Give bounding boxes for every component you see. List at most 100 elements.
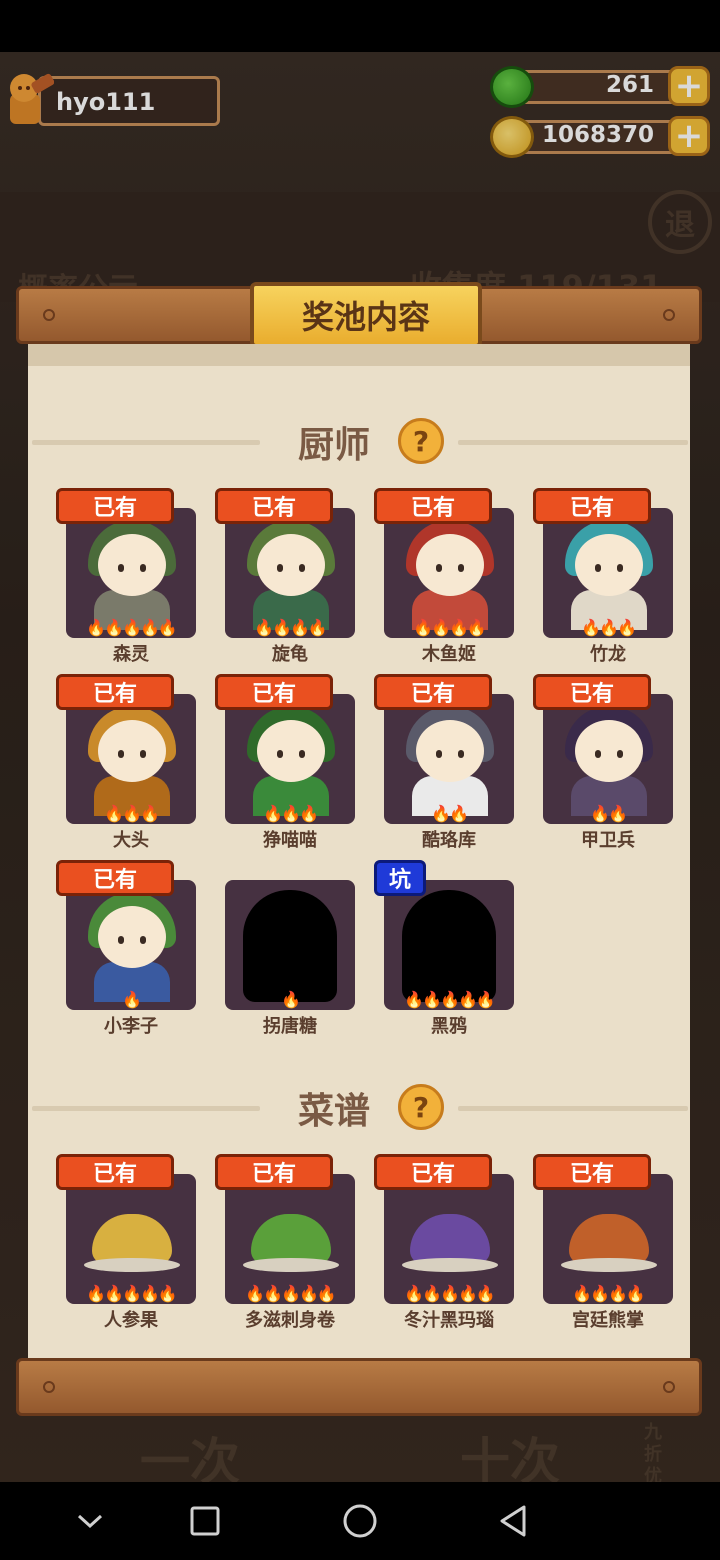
card-portrait: 🔥🔥🔥🔥🔥 (66, 1174, 196, 1304)
character-art (243, 520, 337, 630)
card-name: 甲卫兵 (581, 830, 635, 851)
owned-badge: 已有 (56, 1154, 174, 1190)
recipe-card[interactable]: 🔥🔥🔥🔥🔥 已有人参果 (42, 1154, 196, 1331)
character-art (561, 520, 655, 630)
owned-badge: 已有 (215, 488, 333, 524)
dish-art (569, 1214, 649, 1264)
chef-card[interactable]: 🔥🔥 已有甲卫兵 (519, 674, 673, 851)
question-icon[interactable]: ? (398, 1084, 444, 1130)
rarity-flames: 🔥🔥🔥 (581, 618, 637, 637)
owned-badge: 已有 (374, 674, 492, 710)
recipe-card[interactable]: 🔥🔥🔥🔥🔥 已有多滋刺身卷 (201, 1154, 355, 1331)
prize-pool-panel[interactable]: 厨师 ? 🔥🔥🔥🔥🔥 已有 森灵 🔥🔥🔥🔥 已有 旋龟 🔥🔥🔥🔥 已有 木鱼姬 🔥🔥🔥 已有 竹龙 🔥🔥… (28, 344, 690, 1360)
character-art (402, 520, 496, 630)
plate (243, 1258, 339, 1272)
card-portrait: 🔥🔥🔥🔥🔥 (66, 508, 196, 638)
rarity-flames: 🔥🔥🔥🔥 (254, 618, 328, 637)
character-art (561, 706, 655, 816)
back-triangle-icon[interactable] (468, 1482, 558, 1560)
section-title: 厨师 (298, 425, 371, 466)
chef-section-header: 厨师 ? (28, 412, 690, 472)
section-title: 菜谱 (298, 1091, 371, 1132)
pit-badge: 坑 (374, 860, 426, 896)
card-name: 多滋刺身卷 (245, 1310, 335, 1331)
locked-silhouette (243, 890, 337, 1002)
card-name: 旋龟 (272, 644, 308, 665)
card-portrait: 🔥🔥🔥🔥 (543, 1174, 673, 1304)
chef-card[interactable]: 🔥 拐唐糖 (201, 860, 355, 1037)
recents-square-icon[interactable] (160, 1482, 250, 1560)
status-bar (0, 0, 720, 52)
card-name: 狰喵喵 (263, 830, 317, 851)
plate (561, 1258, 657, 1272)
character-art (243, 706, 337, 816)
rarity-flames: 🔥🔥🔥🔥🔥 (404, 990, 496, 1009)
chef-card[interactable]: 🔥🔥🔥 已有大头 (42, 674, 196, 851)
rarity-flames: 🔥🔥 (590, 804, 628, 823)
owned-badge: 已有 (215, 674, 333, 710)
rarity-flames: 🔥🔥🔥 (104, 804, 160, 823)
card-name: 竹龙 (590, 644, 626, 665)
card-name: 小李子 (104, 1016, 158, 1037)
card-name: 拐唐糖 (263, 1016, 317, 1037)
card-portrait: 🔥🔥🔥🔥🔥 (225, 1174, 355, 1304)
system-nav-bar (0, 1482, 720, 1560)
card-portrait: 🔥🔥🔥 (225, 694, 355, 824)
chef-card[interactable]: 🔥🔥🔥🔥 已有旋龟 (201, 488, 355, 665)
owned-badge: 已有 (374, 1154, 492, 1190)
owned-badge: 已有 (533, 674, 651, 710)
recipe-card[interactable]: 🔥🔥🔥🔥 已有 宫廷熊掌 (519, 1154, 673, 1331)
chef-card[interactable]: 🔥🔥🔥 已有竹龙 (519, 488, 673, 665)
recipe-section-header: 菜谱 ? (28, 1078, 690, 1138)
home-circle-icon[interactable] (315, 1482, 405, 1560)
chef-card[interactable]: 🔥 已有小李子 (42, 860, 196, 1037)
owned-badge: 已有 (56, 488, 174, 524)
chef-card[interactable]: 🔥🔥🔥🔥 已有木鱼姬 (360, 488, 514, 665)
question-icon[interactable]: ? (398, 418, 444, 464)
card-portrait: 🔥🔥🔥 (543, 508, 673, 638)
owned-badge: 已有 (56, 674, 174, 710)
plate (402, 1258, 498, 1272)
locked-silhouette (402, 890, 496, 1002)
card-portrait: 🔥🔥 (384, 694, 514, 824)
chef-card[interactable]: 🔥🔥 已有 酷珞库 (360, 674, 514, 851)
owned-badge: 已有 (215, 1154, 333, 1190)
card-portrait: 🔥🔥🔥🔥🔥 (384, 880, 514, 1010)
recipe-list: 🔥🔥🔥🔥🔥 已有 人参果 🔥🔥🔥🔥🔥 已有 多滋刺身卷 🔥🔥🔥🔥🔥 已有 冬汁黑玛瑙 🔥🔥🔥🔥 已有… (28, 1154, 690, 1354)
rarity-flames: 🔥🔥🔥🔥🔥 (86, 1284, 178, 1303)
rarity-flames: 🔥🔥🔥🔥🔥 (86, 618, 178, 637)
chef-card[interactable]: 🔥🔥🔥🔥🔥 已有 森灵 (42, 488, 196, 665)
rarity-flames: 🔥 (281, 990, 301, 1009)
owned-badge: 已有 (374, 488, 492, 524)
owned-badge: 已有 (56, 860, 174, 896)
card-portrait: 🔥🔥🔥🔥 (384, 508, 514, 638)
chef-card[interactable]: 🔥🔥🔥 已有狰喵喵 (201, 674, 355, 851)
card-portrait: 🔥🔥🔥🔥🔥 (384, 1174, 514, 1304)
card-name: 人参果 (104, 1310, 158, 1331)
card-portrait: 🔥 (225, 880, 355, 1010)
dialog-title: 奖池内容 (250, 282, 482, 348)
character-art (84, 520, 178, 630)
chevron-down-icon[interactable] (45, 1482, 135, 1560)
rarity-flames: 🔥🔥 (431, 804, 469, 823)
character-art (84, 892, 178, 1002)
card-portrait: 🔥🔥🔥🔥 (225, 508, 355, 638)
card-name: 冬汁黑玛瑙 (404, 1310, 494, 1331)
card-name: 大头 (113, 830, 149, 851)
rarity-flames: 🔥 (122, 990, 142, 1009)
card-portrait: 🔥🔥🔥 (66, 694, 196, 824)
rarity-flames: 🔥🔥🔥 (263, 804, 319, 823)
dialog-bottom-plank (16, 1358, 702, 1416)
card-name: 宫廷熊掌 (572, 1310, 644, 1331)
dish-art (92, 1214, 172, 1264)
recipe-card[interactable]: 🔥🔥🔥🔥🔥 已有冬汁黑玛瑙 (360, 1154, 514, 1331)
card-portrait: 🔥 (66, 880, 196, 1010)
dish-art (251, 1214, 331, 1264)
chef-card[interactable]: 🔥🔥🔥🔥🔥 坑黑鸦 (360, 860, 514, 1037)
card-name: 黑鸦 (431, 1016, 467, 1037)
rarity-flames: 🔥🔥🔥🔥 (413, 618, 487, 637)
owned-badge: 已有 (533, 488, 651, 524)
rarity-flames: 🔥🔥🔥🔥🔥 (245, 1284, 337, 1303)
card-name: 木鱼姬 (422, 644, 476, 665)
chef-list: 🔥🔥🔥🔥🔥 已有 森灵 🔥🔥🔥🔥 已有 旋龟 🔥🔥🔥🔥 已有 木鱼姬 🔥🔥🔥 已有 竹龙 🔥🔥🔥 已有 大头… (28, 488, 690, 1048)
